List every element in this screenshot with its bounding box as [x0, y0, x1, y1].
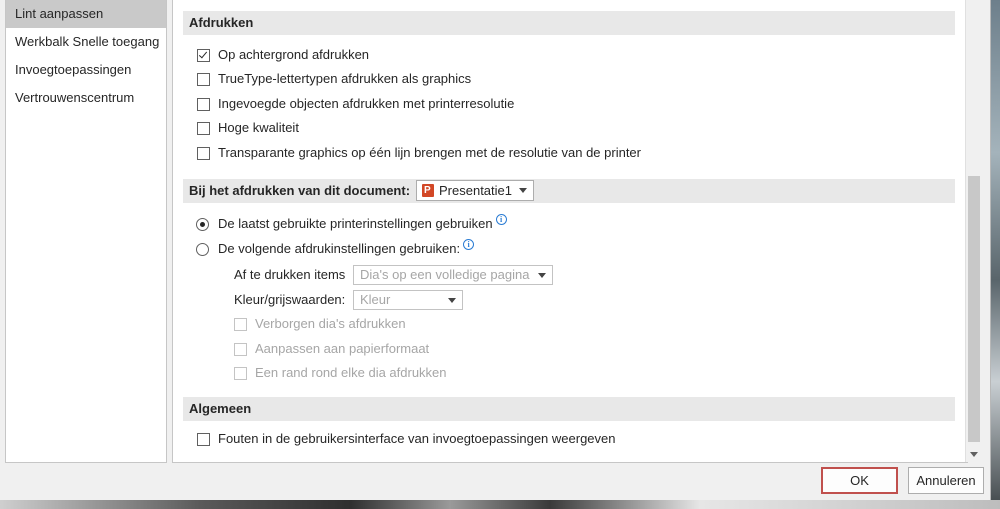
option-label: Ingevoegde objecten afdrukken met printe… [218, 96, 515, 111]
color-dropdown[interactable]: Kleur [353, 290, 463, 310]
color-value: Kleur [360, 292, 391, 307]
vertical-scrollbar[interactable] [965, 0, 982, 462]
info-icon[interactable]: i [463, 238, 475, 250]
option-label: Aanpassen aan papierformaat [255, 341, 430, 356]
option-label: Hoge kwaliteit [218, 120, 299, 135]
checkbox-checked[interactable] [197, 48, 210, 62]
radio-button-selected[interactable] [196, 217, 209, 231]
sidebar-item-lint-aanpassen[interactable]: Lint aanpassen [6, 0, 166, 28]
checkbox[interactable] [197, 72, 210, 86]
checkbox-disabled[interactable] [234, 342, 247, 356]
checkbox[interactable] [197, 146, 210, 160]
checkbox[interactable] [197, 121, 210, 135]
color-text: Kleur/grijswaarden: [234, 292, 346, 307]
option-high-quality[interactable]: Hoge kwaliteit [197, 118, 299, 138]
sidebar-item-invoegtoepassingen[interactable]: Invoegtoepassingen [6, 56, 166, 84]
option-fit-to-paper[interactable]: Aanpassen aan papierformaat [234, 339, 429, 359]
option-transparent-graphics[interactable]: Transparante graphics op één lijn brenge… [197, 143, 641, 163]
option-hidden-slides[interactable]: Verborgen dia's afdrukken [234, 314, 406, 334]
option-label: Fouten in de gebruikersinterface van inv… [218, 431, 616, 446]
sidebar-item-werkbalk-snelle-toegang[interactable]: Werkbalk Snelle toegang [6, 28, 166, 56]
radio-label: De laatst gebruikte printerinstellingen … [218, 216, 493, 231]
chevron-down-icon [519, 188, 527, 193]
radio-last-settings[interactable]: De laatst gebruikte printerinstellingen … [196, 213, 507, 234]
section-header-algemeen: Algemeen [183, 397, 955, 421]
option-label: Verborgen dia's afdrukken [255, 316, 406, 331]
radio-button[interactable] [196, 242, 209, 256]
scroll-down-arrow-icon[interactable] [970, 452, 978, 457]
options-content: Afdrukken Op achtergrond afdrukken TrueT… [172, 0, 968, 463]
sidebar-nav: Lint aanpassen Werkbalk Snelle toegang I… [5, 0, 167, 463]
checkbox[interactable] [197, 432, 210, 446]
options-dialog: Lint aanpassen Werkbalk Snelle toegang I… [0, 0, 991, 500]
option-addin-errors[interactable]: Fouten in de gebruikersinterface van inv… [197, 429, 615, 449]
print-items-label: Af te drukken items [234, 265, 345, 285]
radio-label: De volgende afdrukinstellingen gebruiken… [218, 241, 461, 256]
scrollbar-thumb[interactable] [968, 176, 980, 442]
info-icon[interactable]: i [495, 213, 507, 225]
option-label: TrueType-lettertypen afdrukken als graph… [218, 71, 472, 86]
option-label: Een rand rond elke dia afdrukken [255, 365, 447, 380]
color-label: Kleur/grijswaarden: [234, 290, 345, 310]
option-background-print[interactable]: Op achtergrond afdrukken [197, 45, 369, 65]
cancel-button[interactable]: Annuleren [908, 467, 984, 494]
background-photo-edge-bottom [0, 500, 1000, 509]
print-items-dropdown[interactable]: Dia's op een volledige pagina [353, 265, 553, 285]
print-items-value: Dia's op een volledige pagina [360, 267, 530, 282]
background-photo-edge [990, 0, 1000, 509]
section-header-document: Bij het afdrukken van dit document: [183, 179, 955, 203]
checkbox[interactable] [197, 97, 210, 111]
document-name: Presentatie1 [439, 183, 512, 198]
powerpoint-icon [422, 184, 434, 197]
chevron-down-icon [448, 298, 456, 303]
ok-button[interactable]: OK [821, 467, 898, 494]
print-items-text: Af te drukken items [234, 267, 346, 282]
sidebar-item-vertrouwenscentrum[interactable]: Vertrouwenscentrum [6, 84, 166, 112]
option-frame-slides[interactable]: Een rand rond elke dia afdrukken [234, 363, 447, 383]
radio-following-settings[interactable]: De volgende afdrukinstellingen gebruiken… [196, 238, 475, 259]
option-truetype-graphics[interactable]: TrueType-lettertypen afdrukken als graph… [197, 69, 471, 89]
checkbox-disabled[interactable] [234, 317, 247, 331]
option-label: Transparante graphics op één lijn brenge… [218, 145, 641, 160]
option-label: Op achtergrond afdrukken [218, 47, 370, 62]
option-printer-resolution[interactable]: Ingevoegde objecten afdrukken met printe… [197, 94, 514, 114]
checkbox-disabled[interactable] [234, 366, 247, 380]
chevron-down-icon [538, 273, 546, 278]
document-dropdown[interactable]: Presentatie1 [416, 180, 534, 201]
section-title: Bij het afdrukken van dit document: [189, 183, 411, 198]
section-header-afdrukken: Afdrukken [183, 11, 955, 35]
